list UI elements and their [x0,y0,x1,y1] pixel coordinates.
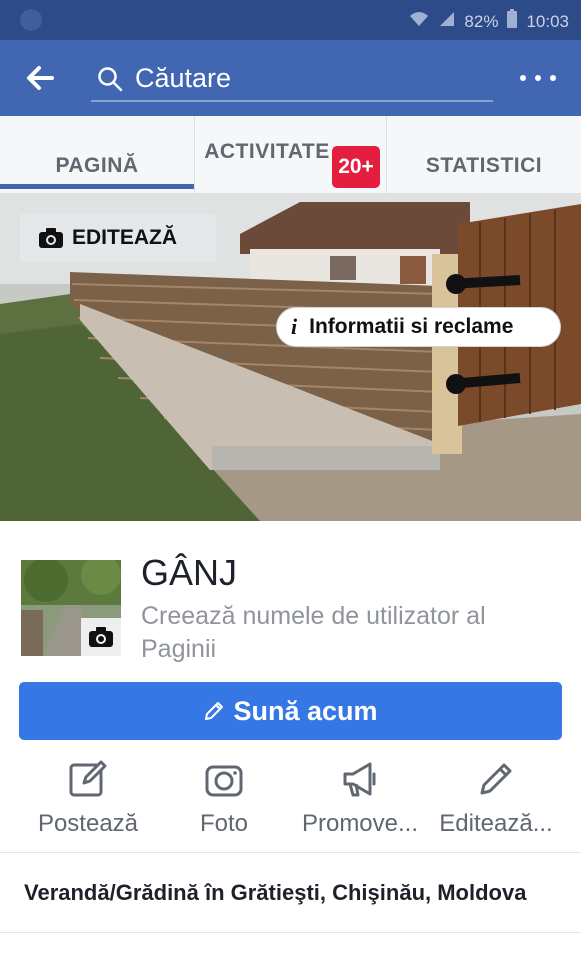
battery-percent: 82% [464,11,499,31]
edit-page-label: Editează... [439,810,553,837]
profile-picture[interactable] [19,558,123,658]
top-navigation-bar [0,40,581,116]
notification-icon [20,9,42,31]
back-arrow-icon [27,66,54,90]
info-and-ads-label: Informatii si reclame [309,315,514,338]
status-bar: 82% 10:03 [0,0,581,40]
edit-page-button[interactable]: Editează... [426,755,566,850]
cover-photo[interactable]: EDITEAZĂ [0,194,581,521]
call-now-label: Sună acum [233,695,378,726]
active-tab-indicator [0,184,194,189]
post-button[interactable]: Postează [18,755,158,850]
pencil-icon [205,702,224,720]
search-field[interactable] [91,56,493,102]
edit-cover-button[interactable]: EDITEAZĂ [20,214,216,262]
photo-label: Foto [199,810,249,837]
page-tabs: PAGINĂ ACTIVITATE STATISTICI [0,116,581,194]
photo-button[interactable]: Foto [154,755,294,850]
change-profile-picture-button[interactable] [81,618,121,656]
post-label: Postează [37,810,139,837]
pencil-icon [480,763,512,795]
signal-icon [438,10,456,33]
page-category-location[interactable]: Verandă/Grădină în Grătieşti, Chişinău, … [24,880,526,906]
more-dot-icon [520,75,526,81]
activity-count-badge: 20+ [332,146,380,188]
battery-icon [506,9,518,34]
create-username-link[interactable]: Creează numele de utilizator al Paginii [141,600,551,666]
tab-statistics-label: STATISTICI [425,154,543,177]
camera-icon [39,228,63,248]
info-and-ads-button[interactable]: i Informatii si reclame [276,307,561,347]
more-dot-icon [535,75,541,81]
megaphone-icon [343,762,376,797]
tab-statistics[interactable]: STATISTICI [387,116,581,194]
tab-page[interactable]: PAGINĂ [0,116,194,194]
wifi-icon [408,10,430,33]
more-dot-icon [550,75,556,81]
divider [0,852,581,853]
camera-icon [89,627,113,647]
compose-icon [69,760,107,797]
more-options-button[interactable] [520,68,556,88]
status-bar-right: 82% 10:03 [408,9,569,34]
page-actions-row: Postează Foto Promove... Editează... [0,755,581,850]
clock: 10:03 [526,11,569,31]
search-input[interactable] [135,60,485,96]
tab-page-label: PAGINĂ [55,154,139,177]
page-title: GÂNJ [141,552,238,593]
search-icon [98,67,123,92]
back-button[interactable] [24,60,64,96]
edit-cover-label: EDITEAZĂ [72,226,177,249]
camera-icon [205,765,243,797]
promote-label: Promove... [301,810,419,837]
divider [0,932,581,933]
promote-button[interactable]: Promove... [290,755,430,850]
next-section-peek [0,950,581,960]
call-now-button[interactable]: Sună acum [19,682,562,740]
tab-activity-label: ACTIVITATE [204,140,330,163]
info-icon: i [291,314,298,339]
